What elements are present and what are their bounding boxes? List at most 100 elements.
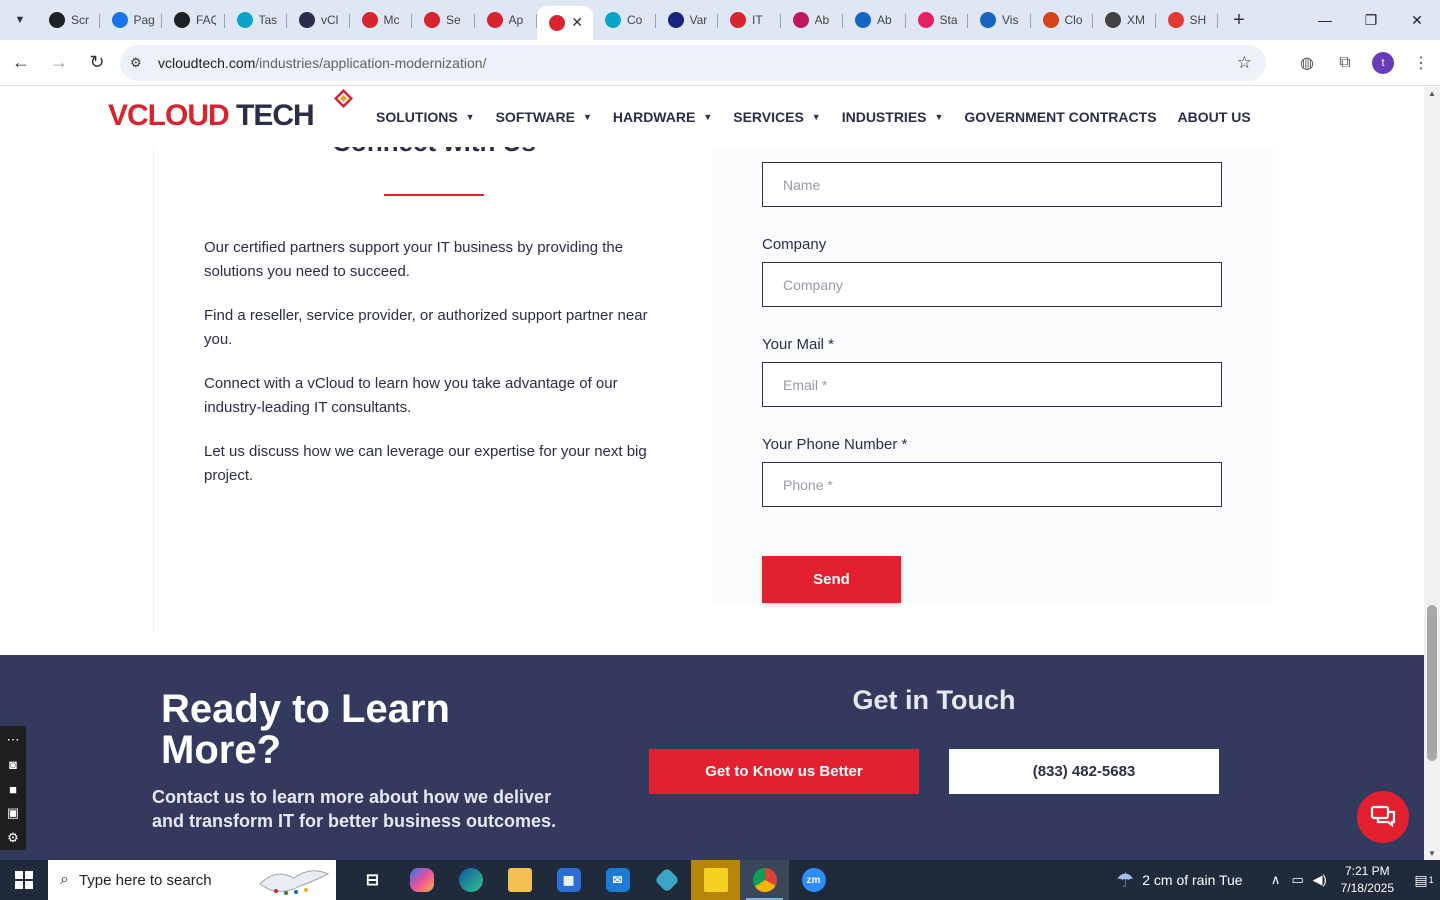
nav-item-software[interactable]: SOFTWARE ▼	[496, 109, 592, 125]
windows-icon[interactable]: ▣	[7, 801, 19, 825]
nav-item-solutions[interactable]: SOLUTIONS ▼	[376, 109, 475, 125]
browser-tab[interactable]: Ap	[475, 4, 538, 36]
tab-title: IT	[752, 13, 763, 27]
browser-tab[interactable]: FAQ	[162, 4, 225, 36]
scroll-up-arrow-icon[interactable]: ▲	[1428, 89, 1436, 98]
file-explorer-icon[interactable]	[495, 860, 544, 900]
caret-down-icon: ▼	[934, 112, 944, 122]
browser-tab[interactable]: Se	[412, 4, 475, 36]
tab-favicon-icon	[549, 15, 565, 31]
notifications-icon[interactable]: ▤ 1	[1408, 872, 1440, 889]
kodi-app-icon[interactable]	[642, 860, 691, 900]
browser-menu-icon[interactable]: ⋮	[1402, 53, 1440, 73]
forward-arrow-icon[interactable]: →	[42, 46, 76, 80]
browser-tab[interactable]: IT	[718, 4, 781, 36]
tab-close-icon[interactable]: ✕	[571, 14, 583, 31]
phone-input[interactable]	[762, 462, 1222, 507]
tab-favicon-icon	[424, 12, 440, 28]
get-to-know-button[interactable]: Get to Know us Better	[649, 749, 919, 794]
browser-tab[interactable]: Clo	[1031, 4, 1094, 36]
bookmark-star-icon[interactable]: ☆	[1237, 53, 1252, 73]
browser-tab[interactable]: Sta	[906, 4, 969, 36]
camera-icon[interactable]: ◙	[9, 752, 17, 776]
back-arrow-icon[interactable]: ←	[4, 46, 38, 80]
browser-tab[interactable]: XM	[1093, 4, 1156, 36]
scrollbar-thumb[interactable]	[1427, 605, 1437, 761]
browser-tab[interactable]: Tas	[225, 4, 288, 36]
browser-tab[interactable]: vCl	[287, 4, 350, 36]
tab-title: Clo	[1064, 13, 1083, 27]
taskbar-search-box[interactable]: ⌕ Type here to search	[48, 860, 336, 900]
zoom-app-icon[interactable]: zm	[789, 860, 838, 900]
reload-icon[interactable]: ↻	[80, 46, 114, 80]
tab-search-chevron-icon[interactable]: ▼	[7, 7, 33, 33]
edge-browser-icon[interactable]	[446, 860, 495, 900]
browser-tab[interactable]: Ab	[843, 4, 906, 36]
nav-item-label: SERVICES	[733, 109, 804, 125]
sticky-notes-icon[interactable]	[691, 860, 740, 900]
address-bar[interactable]: ⚙ vcloudtech.com/industries/application-…	[120, 45, 1266, 81]
vcloud-logo[interactable]: VCLOUD TECH	[108, 99, 315, 133]
taskbar-apps: ⊟ ▦ ✉ zm	[348, 860, 838, 900]
nav-item-government-contracts[interactable]: GOVERNMENT CONTRACTS	[964, 109, 1156, 125]
tab-title: Pag	[133, 13, 154, 27]
translate-globe-icon[interactable]: ◍	[1288, 53, 1326, 73]
nav-item-industries[interactable]: INDUSTRIES ▼	[842, 109, 944, 125]
nav-item-label: INDUSTRIES	[841, 109, 927, 125]
copilot-icon[interactable]	[397, 860, 446, 900]
site-info-icon[interactable]: ⚙	[130, 55, 148, 71]
nav-item-about-us[interactable]: ABOUT US	[1178, 109, 1251, 125]
settings-gear-icon[interactable]: ⚙	[7, 826, 19, 850]
tab-favicon-icon	[605, 12, 621, 28]
nav-item-label: GOVERNMENT CONTRACTS	[964, 109, 1157, 125]
tab-favicon-icon	[1105, 12, 1121, 28]
notification-count: 1	[1428, 875, 1434, 885]
tab-title: vCl	[321, 13, 339, 27]
email-input[interactable]	[762, 362, 1222, 407]
restore-icon[interactable]: ❐	[1348, 0, 1394, 40]
browser-tab[interactable]: Scr	[37, 4, 100, 36]
nav-item-services[interactable]: SERVICES ▼	[733, 109, 820, 125]
tab-favicon-icon	[49, 12, 65, 28]
microsoft-store-icon[interactable]: ▦	[544, 860, 593, 900]
profile-avatar[interactable]: t	[1372, 52, 1394, 74]
browser-tab[interactable]: Ab	[781, 4, 844, 36]
browser-tab[interactable]: Vis	[968, 4, 1031, 36]
phone-button[interactable]: (833) 482-5683	[949, 749, 1219, 794]
browser-tab[interactable]: Pag	[100, 4, 163, 36]
tab-title: Ab	[877, 13, 892, 27]
chevron-up-icon[interactable]: ∧	[1265, 872, 1287, 888]
start-button[interactable]	[0, 860, 48, 900]
logo-v: V	[108, 99, 128, 132]
nav-item-hardware[interactable]: HARDWARE ▼	[613, 109, 712, 125]
network-icon[interactable]: ▭	[1287, 872, 1309, 888]
system-clock[interactable]: 7:21 PM 7/18/2025	[1341, 863, 1394, 897]
page-scrollbar[interactable]: ▲ ▼	[1424, 87, 1440, 860]
tab-list: Scr Pag FAQ Tas vCl Mc Se Ap ✕ Co Var IT Ab Ab Sta Vis C…	[37, 0, 1218, 40]
browser-tab[interactable]: Co	[593, 4, 656, 36]
browser-tab[interactable]: Var	[656, 4, 719, 36]
weather-widget[interactable]: ☂ 2 cm of rain Tue	[1116, 868, 1242, 893]
name-input[interactable]	[762, 162, 1222, 207]
close-window-icon[interactable]: ✕	[1394, 0, 1440, 40]
new-tab-plus-icon[interactable]: +	[1224, 5, 1254, 35]
task-view-icon[interactable]: ⊟	[348, 860, 397, 900]
chrome-browser-icon[interactable]	[740, 860, 789, 900]
browser-tab[interactable]: SH	[1156, 4, 1219, 36]
extensions-puzzle-icon[interactable]: ⧉	[1326, 54, 1364, 72]
send-button[interactable]: Send	[762, 556, 901, 603]
volume-icon[interactable]: ◀)	[1309, 872, 1331, 888]
scroll-down-arrow-icon[interactable]: ▼	[1428, 849, 1436, 858]
browser-tab[interactable]: Mc	[350, 4, 413, 36]
chat-widget-button[interactable]	[1357, 791, 1409, 843]
tab-favicon-icon	[855, 12, 871, 28]
mail-icon[interactable]: ✉	[593, 860, 642, 900]
browser-tab-active[interactable]: ✕	[537, 6, 593, 40]
company-input[interactable]	[762, 262, 1222, 307]
title-divider	[384, 194, 484, 196]
minimize-icon[interactable]: —	[1302, 0, 1348, 40]
more-tools-icon[interactable]: ⋯	[7, 728, 20, 752]
screen-tools-strip: ⋯ ◙ ■ ▣ ⚙	[0, 726, 26, 850]
url-text[interactable]: vcloudtech.com/industries/application-mo…	[158, 55, 486, 71]
video-camera-icon[interactable]: ■	[9, 777, 17, 801]
